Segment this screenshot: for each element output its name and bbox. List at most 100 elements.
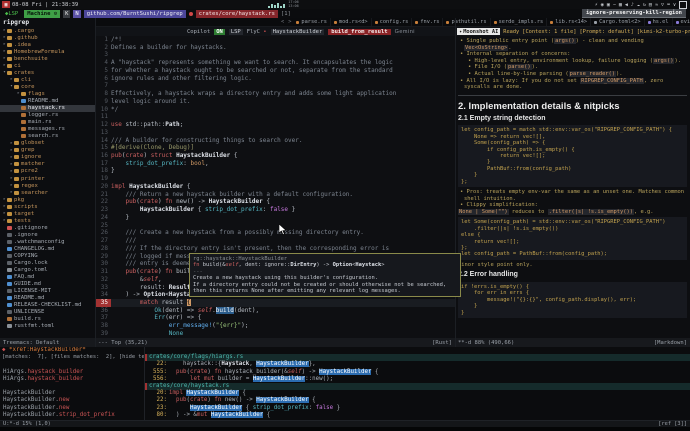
tree-item-guide-md[interactable]: GUIDE.md — [0, 281, 95, 288]
tree-item-homebrewformula[interactable]: ▸HomebrewFormula — [0, 48, 95, 55]
reference-symbol[interactable]: HiArgs.haystack_builder — [0, 376, 144, 383]
code-line-35[interactable]: 35 match result { — [95, 299, 455, 307]
tree-item-globset[interactable]: ▸globset — [0, 140, 95, 147]
tree-item-readme-md[interactable]: README.md — [0, 97, 95, 104]
tree-item-scripts[interactable]: ▸scripts — [0, 203, 95, 210]
project-root[interactable]: ripgrep — [0, 18, 95, 27]
code-line-12[interactable]: 12use std::path::Path; — [95, 121, 455, 129]
code-line-1[interactable]: 1/*! — [95, 36, 455, 44]
tray-icon[interactable]: ▽ — [661, 2, 664, 8]
tree-item-regex[interactable]: ▸regex — [0, 182, 95, 189]
tab-config-rs[interactable]: config.rs — [372, 18, 413, 27]
tray-icon[interactable]: ◀ — [625, 2, 628, 8]
assistant-prompt[interactable]: [Prompt: default] — [579, 29, 633, 35]
tree-item-matcher[interactable]: ▸matcher — [0, 161, 95, 168]
tree-item--github[interactable]: ▸.github — [0, 34, 95, 41]
tray-icon[interactable]: ☁ — [637, 2, 640, 8]
tree-item--watchmanconfig[interactable]: .watchmanconfig — [0, 238, 95, 245]
breadcrumb-function[interactable]: build_from_result — [328, 29, 390, 35]
tree-item-crates[interactable]: ▾crates — [0, 69, 95, 76]
result-line[interactable]: 20:impl HaystackBuilder { — [145, 390, 690, 397]
tree-item-changelog-md[interactable]: CHANGELOG.md — [0, 245, 95, 252]
reference-symbol[interactable]: HaystackBuilder.new — [0, 405, 144, 412]
tree-item--cargo[interactable]: ▸.cargo — [0, 27, 95, 34]
tree-item-main-rs[interactable]: main.rs — [0, 119, 95, 126]
tab-evil-hack-el[interactable]: evil-hack.el — [673, 18, 690, 27]
repo-badge[interactable]: github.com/BurntSushi/ripgrep — [84, 10, 186, 18]
tray-icon[interactable]: ▦ — [619, 2, 622, 8]
reference-symbol[interactable]: HaystackBuilder — [0, 390, 144, 397]
assistant-model[interactable]: [kimi-k2-turbo-prev — [637, 29, 690, 35]
tray-icon[interactable]: ↻ — [643, 2, 646, 8]
tree-item-cli[interactable]: ▸cli — [0, 76, 95, 83]
tab-cargo-toml-2-[interactable]: Cargo.toml<2> — [591, 18, 644, 27]
code-line-19[interactable]: 19 — [95, 175, 455, 183]
tree-item-core[interactable]: ▾core — [0, 83, 95, 90]
tree-item-messages-rs[interactable]: messages.rs — [0, 126, 95, 133]
provider-badge[interactable]: ✦ Moonshot AI — [457, 28, 500, 35]
code-line-9[interactable]: 9level logic around it. — [95, 98, 455, 106]
assistant-context[interactable]: [Context: 1 file] — [522, 29, 576, 35]
code-line-15[interactable]: 15#[derive(Clone, Debug)] — [95, 144, 455, 152]
code-line-23[interactable]: 23 HaystackBuilder { strip_dot_prefix: f… — [95, 206, 455, 214]
result-file-header[interactable]: crates/core/flags/hiargs.rs — [145, 354, 690, 361]
tray-icon[interactable]: ▣ — [607, 2, 610, 8]
code-line-25[interactable]: 25 — [95, 222, 455, 230]
echo-area[interactable] — [0, 427, 690, 431]
tree-item-readme-md[interactable]: README.md — [0, 295, 95, 302]
assistant-content[interactable]: • Single public entry point (args()) - c… — [455, 36, 690, 338]
tray-icon[interactable]: − — [613, 2, 616, 8]
tree-item-cargo-lock[interactable]: Cargo.lock — [0, 260, 95, 267]
tab-parse-rs[interactable]: parse.rs — [293, 18, 331, 27]
code-line-11[interactable]: 11 — [95, 113, 455, 121]
tree-item-copying[interactable]: COPYING — [0, 253, 95, 260]
tray-icon[interactable]: ♪ — [631, 2, 634, 8]
tree-item-build-rs[interactable]: build.rs — [0, 316, 95, 323]
tree-item-tests[interactable]: ▸tests — [0, 217, 95, 224]
tray-icon[interactable]: ▤ — [649, 2, 652, 8]
tab-hs-el[interactable]: hs.el — [645, 18, 673, 27]
tree-item-faq-md[interactable]: FAQ.md — [0, 274, 95, 281]
tree-item-flags[interactable]: ▸flags — [0, 90, 95, 97]
result-line[interactable]: 80: ) -> &mut HaystackBuilder { — [145, 412, 690, 419]
tree-item-logger-rs[interactable]: logger.rs — [0, 112, 95, 119]
code-line-2[interactable]: 2Defines a builder for haystacks. — [95, 44, 455, 52]
tree-item-release-checklist-md[interactable]: RELEASE-CHECKLIST.md — [0, 302, 95, 309]
tab-lib-rs-14-[interactable]: lib.rs<14> — [547, 18, 591, 27]
tree-item-license-mit[interactable]: LICENSE-MIT — [0, 288, 95, 295]
code-line-13[interactable]: 13 — [95, 129, 455, 137]
tree-item-ignore[interactable]: ▸ignore — [0, 154, 95, 161]
result-line[interactable]: 556: let mut builder = HaystackBuilder::… — [145, 376, 690, 383]
tree-item-search-rs[interactable]: search.rs — [0, 133, 95, 140]
code-line-26[interactable]: 26 /// Create a new haystack from a poss… — [95, 229, 455, 237]
result-line[interactable]: 22: haystack::{Haystack, HaystackBuilder… — [145, 361, 690, 368]
reference-symbol[interactable]: HaystackBuilder.new — [0, 397, 144, 404]
tray-icon[interactable]: ◉ — [601, 2, 604, 8]
breadcrumb-type[interactable]: HaystackBuilder — [271, 29, 325, 35]
tree-item-ci[interactable]: ▸ci — [0, 62, 95, 69]
code-line-4[interactable]: 4A "haystack" represents something we wa… — [95, 59, 455, 67]
tree-item-pcre2[interactable]: ▸pcre2 — [0, 168, 95, 175]
tree-item-pkg[interactable]: ▸pkg — [0, 196, 95, 203]
code-line-7[interactable]: 7 — [95, 82, 455, 90]
code-line-6[interactable]: 6ignore rules and other filtering logic. — [95, 75, 455, 83]
code-line-36[interactable]: 36 Ok(dent) => self.build(dent), — [95, 307, 455, 315]
tray-icon[interactable]: ∨ — [673, 2, 676, 8]
code-line-10[interactable]: 10*/ — [95, 106, 455, 114]
tray-icon[interactable]: ⌨ — [667, 2, 670, 8]
result-line[interactable]: 555: pub(crate) fn haystack_builder(&sel… — [145, 369, 690, 376]
code-line-28[interactable]: 28 /// If the directory entry isn't pres… — [95, 245, 455, 253]
window-button[interactable] — [679, 1, 687, 9]
tree-item-cargo-toml[interactable]: Cargo.toml — [0, 267, 95, 274]
tab-fnv-rs[interactable]: fnv.rs — [412, 18, 443, 27]
reference-symbol[interactable]: HiArgs.haystack_builder — [0, 369, 144, 376]
tray-icon[interactable]: ≈ — [655, 2, 658, 8]
code-line-37[interactable]: 37 Err(err) => { — [95, 314, 455, 322]
reference-symbol[interactable] — [0, 383, 144, 390]
tree-item--gitignore[interactable]: .gitignore — [0, 224, 95, 231]
tab-mod-rs-d-[interactable]: mod.rs<d> — [331, 18, 372, 27]
result-line[interactable]: 22: pub(crate) fn new() -> HaystackBuild… — [145, 397, 690, 404]
tree-item--idea[interactable]: ▸.idea — [0, 41, 95, 48]
tab-serde-impls-rs[interactable]: serde_impls.rs — [491, 18, 548, 27]
tree-item-printer[interactable]: ▸printer — [0, 175, 95, 182]
